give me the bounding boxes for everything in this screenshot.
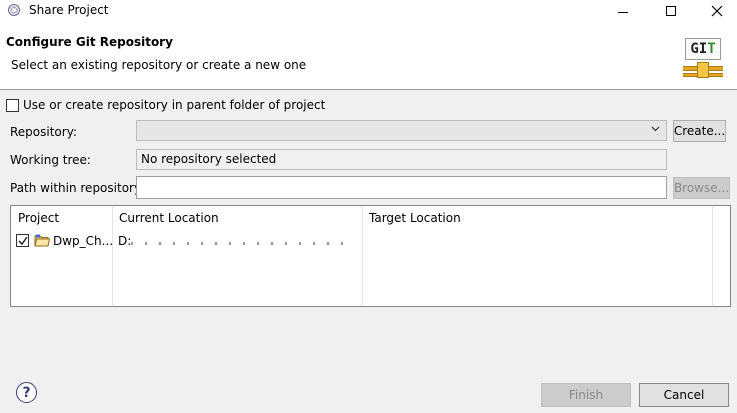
current-location: D: [118, 234, 132, 248]
working-tree-field: No repository selected [136, 149, 667, 170]
create-button[interactable]: Create... [673, 120, 726, 142]
project-checkbox[interactable] [16, 234, 29, 247]
git-logo: GIT [683, 36, 723, 80]
logo-card: GIT [685, 38, 721, 60]
maximize-button[interactable] [648, 0, 694, 22]
repository-select[interactable] [136, 120, 667, 141]
cancel-button[interactable]: Cancel [639, 383, 729, 407]
logo-letter: I [698, 41, 708, 57]
repository-label: Repository: [10, 125, 77, 139]
use-parent-option[interactable]: Use or create repository in parent folde… [6, 98, 325, 112]
page-heading: Configure Git Repository [6, 35, 173, 49]
path-label: Path within repository: [10, 181, 145, 195]
use-parent-label: Use or create repository in parent folde… [23, 98, 326, 112]
use-parent-checkbox[interactable] [6, 98, 19, 112]
browse-button[interactable]: Browse... [673, 177, 730, 199]
logo-block [697, 62, 709, 78]
minimize-button[interactable] [600, 0, 646, 22]
close-button[interactable] [694, 0, 737, 22]
close-icon [711, 5, 723, 17]
working-tree-label: Working tree: [10, 153, 91, 167]
column-header-project[interactable]: Project [11, 206, 112, 230]
project-folder-icon [34, 234, 50, 247]
column-divider [712, 206, 713, 306]
table-row[interactable]: Dwp_Ch... D: [11, 231, 730, 251]
eclipse-icon [8, 4, 20, 16]
obscured-path [131, 242, 353, 245]
checkmark-icon [18, 236, 28, 246]
wizard-banner: Configure Git Repository Select an exist… [0, 22, 737, 90]
maximize-icon [666, 6, 676, 16]
finish-button[interactable]: Finish [541, 383, 631, 407]
page-subtitle: Select an existing repository or create … [11, 58, 307, 72]
title-bar: Share Project [0, 0, 737, 22]
path-input[interactable] [136, 176, 667, 199]
column-header-current-location[interactable]: Current Location [112, 206, 362, 230]
column-header-target-location[interactable]: Target Location [362, 206, 712, 230]
window-title: Share Project [29, 3, 109, 17]
logo-letter: T [707, 41, 716, 57]
help-icon[interactable]: ? [16, 382, 37, 403]
project-table[interactable]: Project Current Location Target Location… [10, 205, 731, 307]
chevron-down-icon [651, 126, 660, 132]
logo-letter: G [690, 41, 699, 57]
project-name: Dwp_Ch... [53, 234, 114, 248]
minimize-icon [618, 11, 628, 13]
